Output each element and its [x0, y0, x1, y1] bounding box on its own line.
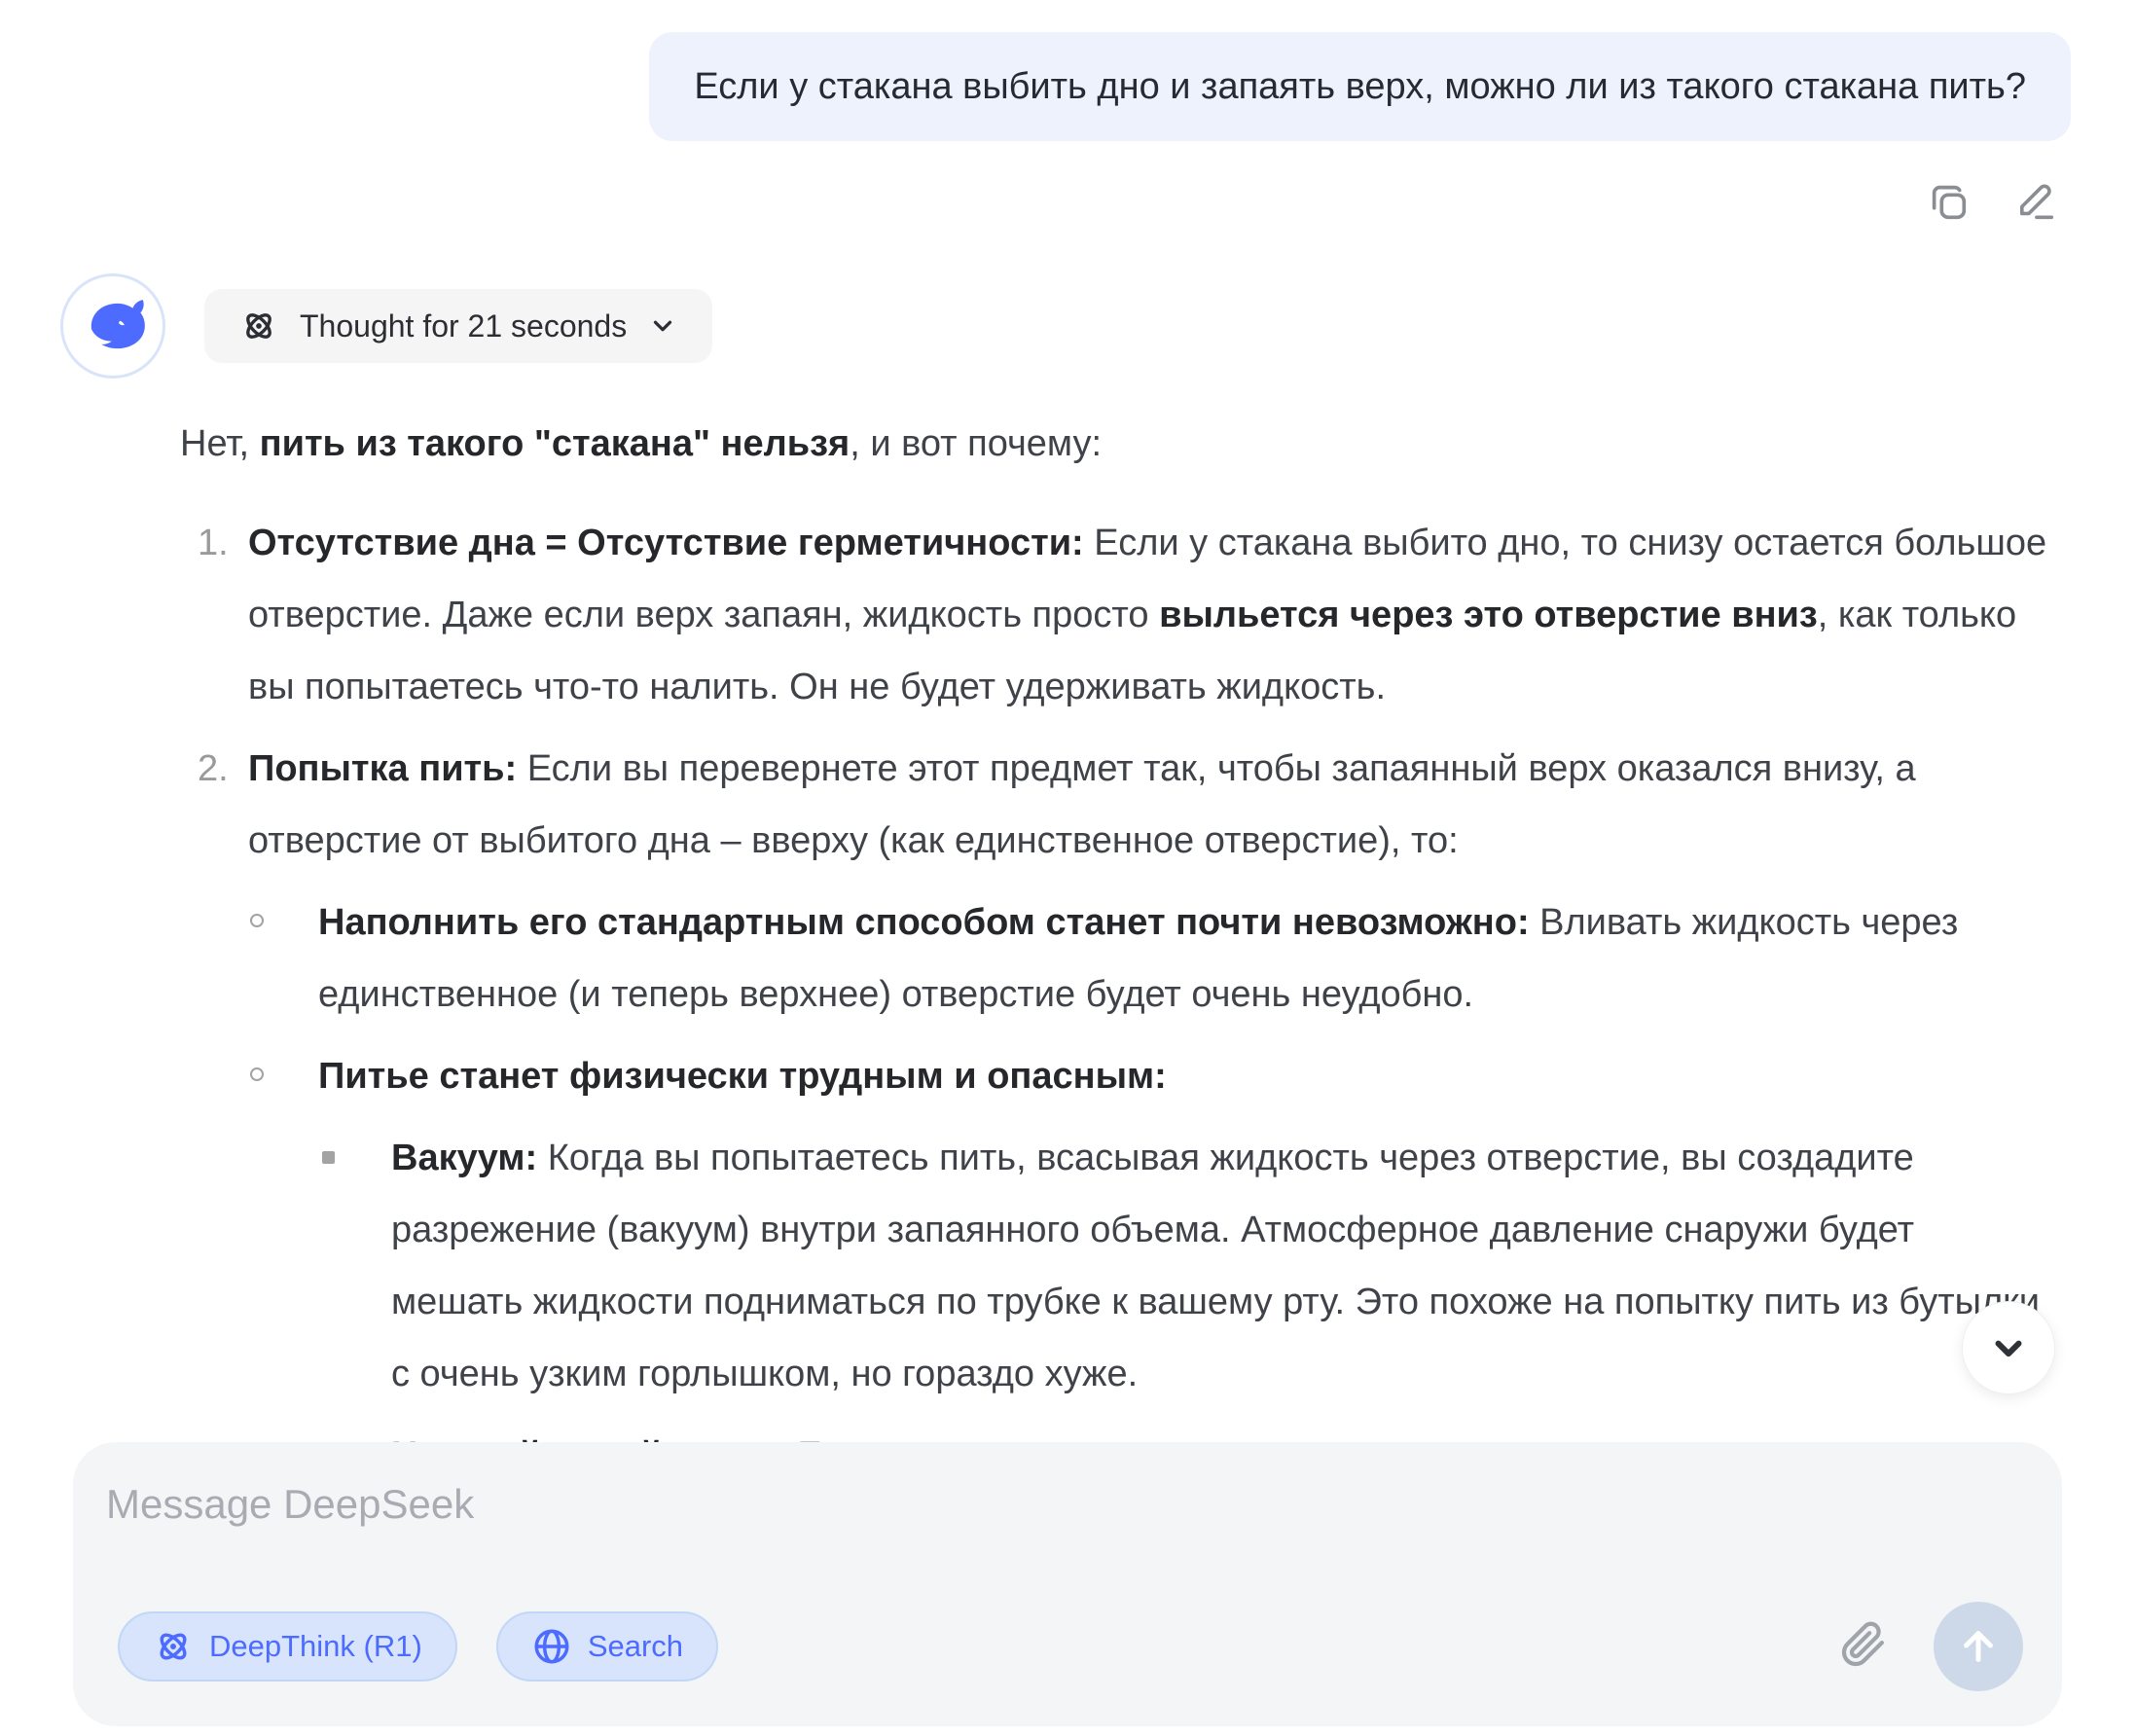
thought-toggle-button[interactable]: Thought for 21 seconds: [204, 289, 712, 363]
copy-icon: [1926, 179, 1971, 224]
assistant-header: Thought for 21 seconds: [0, 225, 2135, 379]
square-bullet: [322, 1151, 335, 1164]
chevron-down-icon: [648, 311, 677, 341]
mode-pills: DeepThink (R1) Search: [106, 1611, 718, 1682]
message-composer[interactable]: DeepThink (R1) Search: [73, 1442, 2062, 1726]
list-number: 2.: [198, 733, 229, 805]
send-button[interactable]: [1934, 1602, 2023, 1691]
sub-sub-item-text: Вакуум: Когда вы попытаетесь пить, всасы…: [391, 1122, 2053, 1410]
response-numbered-list: 1. Отсутствие дна = Отсутствие герметичн…: [180, 507, 2053, 1492]
whale-logo-icon: [77, 296, 149, 356]
response-intro: Нет, пить из такого "стакана" нельзя, и …: [180, 408, 2053, 480]
user-message-row: Если у стакана выбить дно и запаять верх…: [0, 0, 2135, 141]
paperclip-icon: [1840, 1621, 1887, 1668]
user-message-bubble: Если у стакана выбить дно и запаять верх…: [649, 32, 2071, 141]
search-label: Search: [588, 1629, 683, 1664]
chevron-down-icon: [1988, 1327, 2029, 1368]
sub-item-1: Наполнить его стандартным способом стане…: [248, 886, 2053, 1031]
thought-label: Thought for 21 seconds: [300, 308, 627, 344]
scroll-to-bottom-button[interactable]: [1962, 1301, 2055, 1394]
edit-icon: [2013, 179, 2058, 224]
copy-button[interactable]: [1925, 178, 1972, 225]
list-item-1: 1. Отсутствие дна = Отсутствие герметичн…: [180, 507, 2053, 723]
sub-item-2: Питье станет физически трудным и опасным…: [248, 1040, 2053, 1492]
search-toggle[interactable]: Search: [496, 1611, 718, 1682]
atom-icon: [239, 307, 278, 345]
sub-item-text: Питье станет физически трудным и опасным…: [318, 1040, 2053, 1112]
list-item-text: Отсутствие дна = Отсутствие герметичност…: [248, 507, 2053, 723]
deepseek-avatar: [60, 273, 165, 379]
sub-sub-item-1: Вакуум: Когда вы попытаетесь пить, всасы…: [318, 1122, 2053, 1410]
response-sub-list: Наполнить его стандартным способом стане…: [248, 886, 2053, 1492]
attach-button[interactable]: [1840, 1621, 1887, 1673]
assistant-response: Нет, пить из такого "стакана" нельзя, и …: [0, 379, 2135, 1492]
deepthink-label: DeepThink (R1): [209, 1629, 422, 1664]
circle-bullet: [250, 1067, 264, 1081]
message-input[interactable]: [106, 1481, 2029, 1528]
atom-icon: [153, 1626, 194, 1667]
list-item-text: Попытка пить: Если вы перевернете этот п…: [248, 733, 2053, 877]
composer-actions: [1840, 1602, 2029, 1691]
globe-icon: [531, 1626, 572, 1667]
list-number: 1.: [198, 507, 229, 579]
composer-toolbar: DeepThink (R1) Search: [106, 1602, 2029, 1691]
deepthink-toggle[interactable]: DeepThink (R1): [118, 1611, 457, 1682]
response-sub-sub-list: Вакуум: Когда вы попытаетесь пить, всасы…: [318, 1122, 2053, 1492]
sub-item-text: Наполнить его стандартным способом стане…: [318, 886, 2053, 1031]
message-actions: [0, 141, 2135, 225]
list-item-2: 2. Попытка пить: Если вы перевернете это…: [180, 733, 2053, 1492]
circle-bullet: [250, 914, 264, 927]
edit-button[interactable]: [2012, 178, 2059, 225]
arrow-up-icon: [1956, 1624, 2001, 1669]
